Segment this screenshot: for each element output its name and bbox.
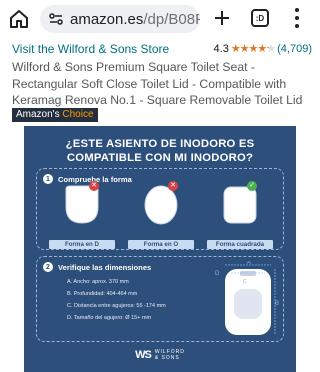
dimension-b: B. Profundidad: 404-464 mm: [67, 291, 138, 297]
brand-logo: WS WILFORD & SONS: [24, 349, 296, 361]
diagram-letter-d: D: [215, 271, 220, 277]
url-bar[interactable]: amazon.es/dp/B08P: [40, 5, 200, 33]
brand-name: WILFORD & SONS: [155, 349, 185, 361]
square-seat-icon: [223, 186, 257, 224]
rating-value: 4.3: [213, 42, 229, 55]
dimension-c: C. Distancia entre agujeros: 55 -174 mm: [67, 303, 166, 309]
home-icon[interactable]: [8, 8, 30, 30]
shape-d-label: Forma en D: [49, 240, 115, 249]
diagram-letter-b: B: [275, 301, 279, 307]
shape-o-label: Forma en O: [128, 240, 194, 249]
image-heading: ¿ESTE ASIENTO DE INODORO ES COMPATIBLE C…: [24, 137, 296, 165]
site-info-icon[interactable]: [48, 11, 64, 27]
rating-stars-icon: ★★★★★★: [230, 43, 276, 55]
amazons-choice-badge: Amazon's Choice: [12, 108, 98, 122]
brand-line-2: & SONS: [154, 355, 180, 361]
shape-d: ✕ Forma en D: [49, 181, 115, 249]
shape-square: ✓ Forma cuadrada: [207, 181, 273, 249]
image-heading-line-2: COMPATIBLE CON MI INODORO?: [66, 152, 254, 164]
dimension-a: A. Ancho: aprox. 370 mm: [67, 279, 129, 285]
url-text: amazon.es/dp/B08P: [70, 10, 200, 28]
step-2-number: 2: [43, 262, 53, 272]
incompatible-x-icon: ✕: [168, 181, 178, 191]
incompatible-x-icon: ✕: [89, 181, 99, 191]
o-shape-seat-icon: [144, 185, 178, 225]
d-shape-seat-icon: [65, 185, 99, 224]
diagram-letter-a: A: [247, 261, 251, 266]
toilet-seat-diagram: A B C D: [215, 261, 279, 335]
rating-count[interactable]: (4,709): [277, 43, 312, 55]
step-2-label: Verifique las dimensiones: [58, 262, 152, 272]
new-tab-icon[interactable]: [212, 8, 232, 28]
dimensions-list: A. Ancho: aprox. 370 mm B. Profundidad: …: [67, 279, 207, 327]
step-2-title: 2 Verifique las dimensiones: [43, 262, 151, 272]
shape-check-panel: 1 Compruebe la forma ✕ Forma en D ✕ Form…: [36, 168, 284, 250]
step-1-title: 1 Compruebe la forma: [43, 174, 132, 184]
browser-toolbar: amazon.es/dp/B08P :D: [0, 0, 320, 38]
store-link[interactable]: Visit the Wilford & Sons Store: [12, 42, 169, 56]
rating[interactable]: 4.3 ★★★★★★ (4,709): [213, 42, 312, 56]
store-rating-row: Visit the Wilford & Sons Store 4.3 ★★★★★…: [12, 42, 312, 58]
more-menu-icon[interactable]: [294, 8, 300, 28]
compatible-check-icon: ✓: [247, 181, 257, 191]
badge-text-2: Choice: [62, 109, 94, 120]
image-heading-line-1: ¿ESTE ASIENTO DE INODORO ES: [65, 138, 255, 150]
product-image[interactable]: ¿ESTE ASIENTO DE INODORO ES COMPATIBLE C…: [24, 126, 296, 372]
shape-square-label: Forma cuadrada: [207, 240, 273, 249]
step-1-number: 1: [43, 174, 53, 184]
tab-switcher-button[interactable]: :D: [251, 9, 269, 27]
product-title: Wilford & Sons Premium Square Toilet Sea…: [12, 60, 303, 107]
shape-o: ✕ Forma en O: [128, 181, 194, 249]
brand-monogram: WS: [135, 349, 152, 361]
dimensions-panel: 2 Verifique las dimensiones A. Ancho: ap…: [36, 256, 284, 342]
badge-text-1: Amazon's: [16, 109, 60, 120]
diagram-letter-c: C: [243, 279, 247, 285]
dimension-d: D. Tamaño del agujero: Ø 15+ mm: [67, 315, 152, 321]
